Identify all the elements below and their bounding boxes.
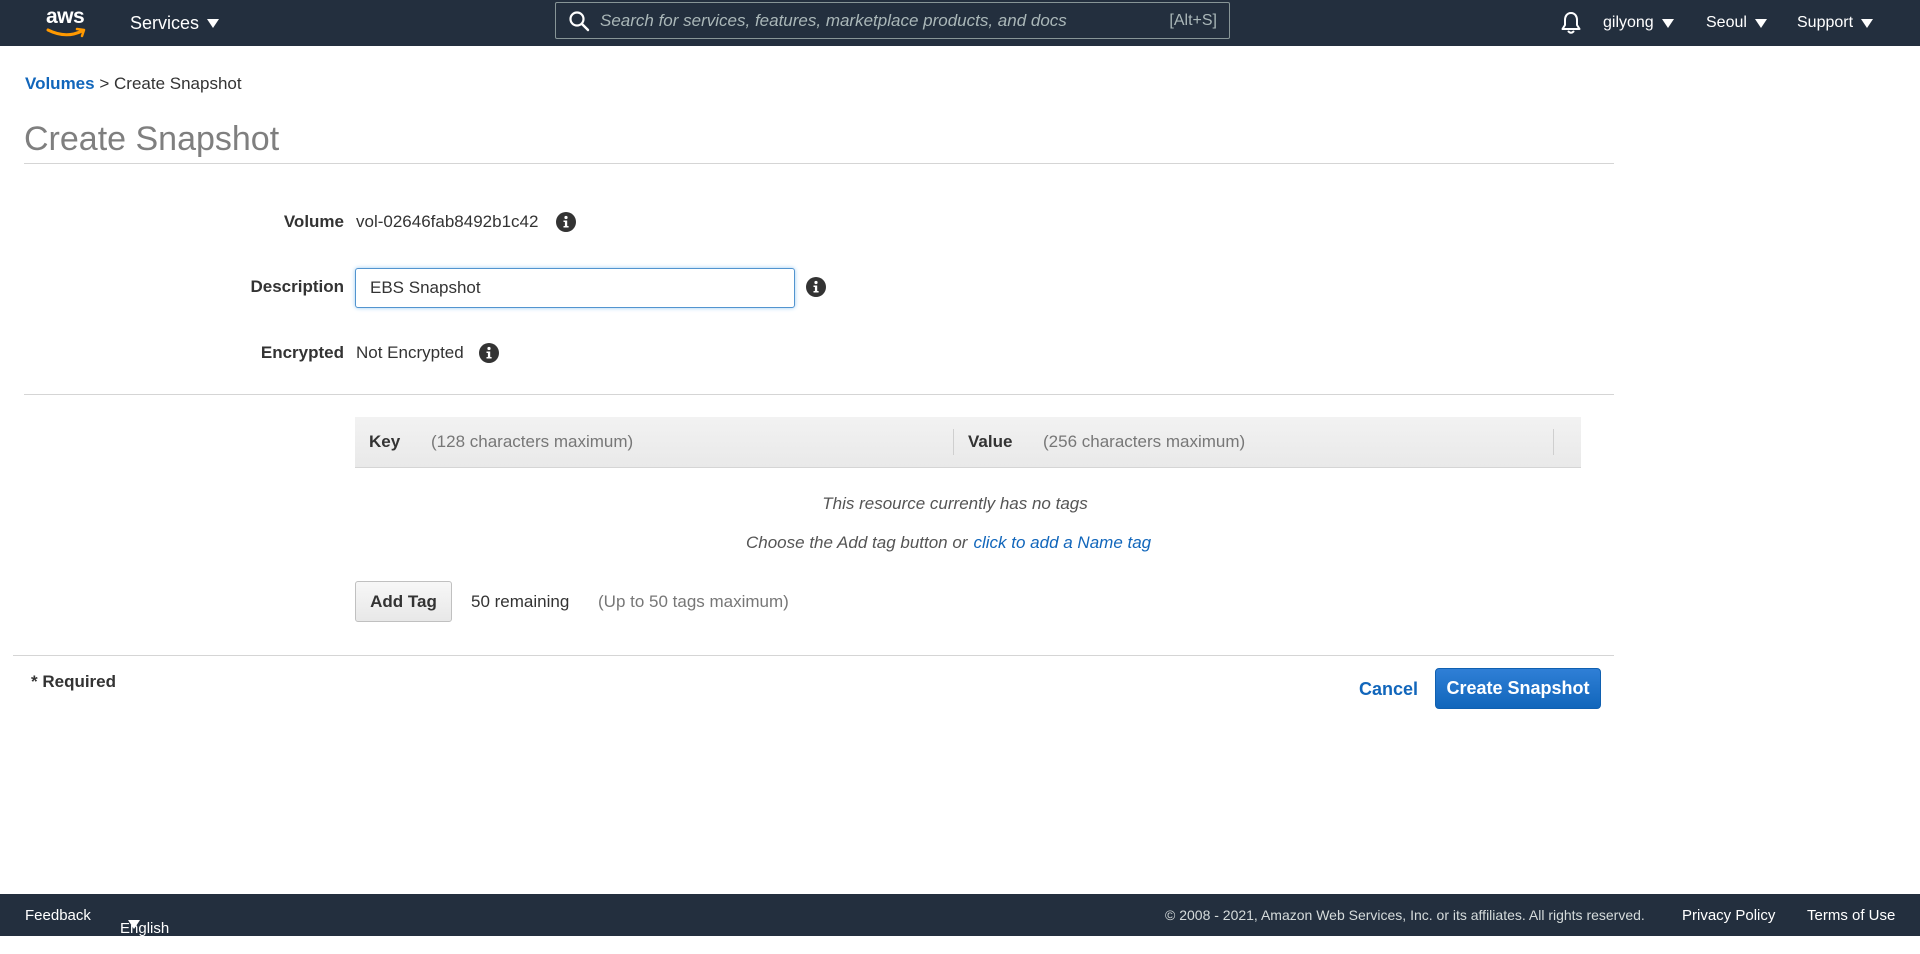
encrypted-label: Encrypted bbox=[260, 343, 344, 362]
account-menu[interactable]: gilyong bbox=[1603, 0, 1674, 46]
aws-smile-icon bbox=[46, 27, 86, 38]
aws-logo[interactable]: aws bbox=[46, 5, 88, 41]
top-navigation: aws Services [Alt+S] gilyong Seoul Suppo… bbox=[0, 0, 1920, 46]
page-footer: Feedback English (US) © 2008 - 2021, Ama… bbox=[0, 894, 1920, 954]
required-note: * Required bbox=[31, 672, 117, 691]
description-label: Description bbox=[250, 277, 344, 296]
volume-label: Volume bbox=[283, 212, 344, 231]
breadcrumb-current: Create Snapshot bbox=[114, 74, 242, 93]
info-icon[interactable] bbox=[479, 343, 499, 363]
caret-down-icon bbox=[1861, 18, 1874, 28]
no-tags-hint: Choose the Add tag button or click to add… bbox=[746, 533, 1151, 553]
add-name-tag-link[interactable]: click to add a Name tag bbox=[973, 533, 1151, 552]
title-divider bbox=[24, 163, 1614, 164]
breadcrumb: Volumes > Create Snapshot bbox=[25, 74, 242, 94]
search-input[interactable] bbox=[600, 3, 1170, 38]
tag-value-header: Value bbox=[968, 432, 1013, 451]
breadcrumb-separator: > bbox=[99, 74, 110, 93]
search-shortcut-hint: [Alt+S] bbox=[1169, 11, 1217, 29]
aws-logo-text: aws bbox=[46, 5, 85, 28]
tag-key-hint: (128 characters maximum) bbox=[431, 432, 634, 451]
services-menu[interactable]: Services bbox=[130, 0, 220, 46]
account-label: gilyong bbox=[1603, 14, 1654, 31]
encrypted-value: Not Encrypted bbox=[356, 343, 464, 362]
volume-id-value: vol-02646fab8492b1c42 bbox=[356, 212, 539, 231]
info-icon[interactable] bbox=[806, 277, 826, 297]
caret-down-icon bbox=[128, 920, 140, 929]
search-bar[interactable]: [Alt+S] bbox=[555, 2, 1230, 39]
info-icon[interactable] bbox=[556, 212, 576, 232]
search-icon bbox=[569, 10, 590, 31]
notifications-bell-icon[interactable] bbox=[1558, 10, 1584, 36]
description-input[interactable] bbox=[355, 268, 795, 308]
breadcrumb-volumes-link[interactable]: Volumes bbox=[25, 74, 95, 93]
no-tags-hint-text: Choose the Add tag button or bbox=[746, 533, 968, 552]
no-tags-message: This resource currently has no tags bbox=[822, 494, 1088, 513]
cancel-button[interactable]: Cancel bbox=[1359, 679, 1418, 700]
tag-key-header: Key bbox=[369, 432, 401, 451]
create-snapshot-button[interactable]: Create Snapshot bbox=[1435, 668, 1601, 709]
privacy-policy-link[interactable]: Privacy Policy bbox=[1682, 907, 1775, 924]
caret-down-icon bbox=[1754, 18, 1767, 28]
tag-value-hint: (256 characters maximum) bbox=[1043, 432, 1246, 451]
support-menu[interactable]: Support bbox=[1797, 0, 1874, 46]
feedback-link[interactable]: Feedback bbox=[25, 907, 91, 924]
caret-down-icon bbox=[1661, 18, 1674, 28]
support-label: Support bbox=[1797, 14, 1854, 31]
caret-down-icon bbox=[207, 18, 220, 28]
region-menu[interactable]: Seoul bbox=[1706, 0, 1767, 46]
services-label: Services bbox=[130, 12, 200, 33]
column-separator bbox=[953, 429, 954, 455]
tags-remaining: 50 remaining bbox=[471, 592, 570, 611]
actions-divider bbox=[13, 655, 1614, 656]
tags-table-header: Key (128 characters maximum) Value (256 … bbox=[355, 417, 1581, 468]
fields-divider bbox=[24, 394, 1614, 395]
terms-of-use-link[interactable]: Terms of Use bbox=[1807, 907, 1895, 924]
column-separator bbox=[1553, 429, 1554, 455]
add-tag-button[interactable]: Add Tag bbox=[355, 581, 452, 622]
region-label: Seoul bbox=[1706, 14, 1747, 31]
tags-limit-note: (Up to 50 tags maximum) bbox=[598, 592, 789, 611]
page-title: Create Snapshot bbox=[24, 120, 280, 158]
copyright-text: © 2008 - 2021, Amazon Web Services, Inc.… bbox=[1165, 907, 1645, 923]
